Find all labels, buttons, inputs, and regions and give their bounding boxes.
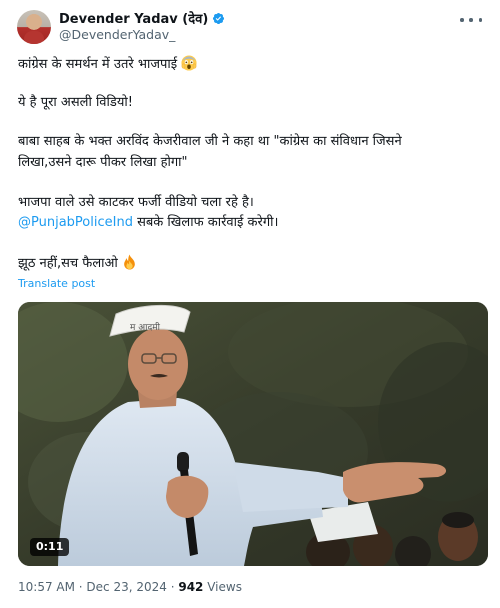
- video-duration-badge: 0:11: [30, 538, 70, 556]
- tweet-date[interactable]: Dec 23, 2024: [86, 580, 166, 594]
- tweet-text-7: झूठ नहीं,सच फैलाओ: [18, 256, 118, 271]
- tweet-card: Devender Yadav (देव) @DevenderYadav_ कां…: [0, 0, 500, 608]
- tweet-text-5: भाजपा वाले उसे काटकर फर्जी वीडियो चला रह…: [18, 195, 254, 210]
- views-count: 942: [178, 580, 204, 594]
- author-name-row: Devender Yadav (देव): [59, 9, 225, 27]
- tweet-time[interactable]: 10:57 AM: [18, 580, 75, 594]
- scared-face-emoji-icon: [181, 55, 197, 71]
- tweet-text-3: बाबा साहब के भक्त अरविंद केजरीवाल जी ने …: [18, 134, 402, 149]
- tweet-text-line-7: झूठ नहीं,सच फैलाओ: [18, 254, 137, 274]
- more-options-icon[interactable]: [460, 12, 482, 28]
- meta-separator-2: ·: [166, 580, 179, 594]
- tweet-text-4: लिखा,उसने दारू पीकर लिखा होगा": [18, 155, 188, 170]
- author-avatar[interactable]: [17, 10, 51, 44]
- meta-separator: ·: [74, 580, 87, 594]
- tweet-text-line-1: कांग्रेस के समर्थन में उतरे भाजपाई: [18, 55, 197, 75]
- verified-badge-icon: [213, 12, 225, 24]
- tweet-text-1: कांग्रेस के समर्थन में उतरे भाजपाई: [18, 57, 178, 72]
- tweet-text-6: सबके खिलाफ कार्रवाई करेगी।: [132, 215, 279, 230]
- author-display-name[interactable]: Devender Yadav (देव): [59, 9, 208, 27]
- mention-link[interactable]: @PunjabPoliceInd: [18, 215, 133, 230]
- author-handle[interactable]: @DevenderYadav_: [59, 27, 175, 42]
- fire-emoji-icon: [124, 254, 135, 270]
- tweet-text-line-6: @PunjabPoliceInd सबके खिलाफ कार्रवाई करे…: [18, 213, 278, 233]
- views-label: Views: [203, 580, 242, 594]
- translate-post-link[interactable]: Translate post: [18, 277, 95, 290]
- cap-text: म आदमी: [130, 321, 161, 333]
- video-player[interactable]: म आदमी 0:11: [18, 302, 488, 566]
- video-thumbnail: म आदमी: [18, 302, 488, 566]
- tweet-meta: 10:57 AM · Dec 23, 2024 · 942 Views: [18, 580, 242, 594]
- tweet-text-2: ये है पूरा असली विडियो!: [18, 95, 133, 110]
